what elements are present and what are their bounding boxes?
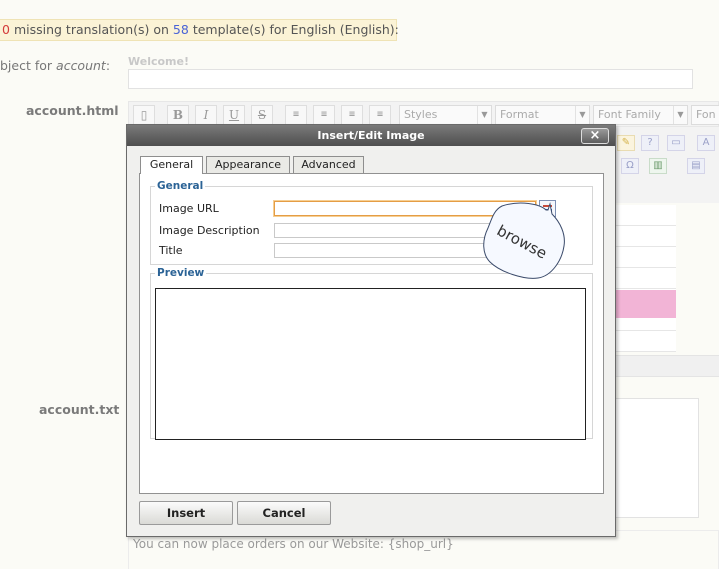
html-source-icon[interactable]: ▭ xyxy=(667,135,685,151)
browse-callout: browse xyxy=(480,200,576,282)
align-left-icon[interactable]: ≡ xyxy=(285,105,307,125)
template-count: 58 xyxy=(172,22,189,37)
new-document-icon[interactable]: ▯ xyxy=(133,105,155,125)
font-size-select-label: Fon xyxy=(696,108,716,121)
content-row xyxy=(614,247,676,268)
editor-content-rows xyxy=(614,205,676,355)
html-template-label: account.html xyxy=(26,103,119,118)
missing-text: missing translation(s) on xyxy=(13,22,169,37)
highlighted-content-block xyxy=(614,290,676,318)
txt-template-label: account.txt xyxy=(39,402,120,417)
underline-button[interactable]: U xyxy=(223,105,245,125)
templates-text: template(s) for English (English): xyxy=(192,22,399,37)
insert-button[interactable]: Insert xyxy=(139,501,233,525)
bold-button[interactable]: B xyxy=(167,105,189,125)
subject-label-colon: : xyxy=(105,58,111,73)
missing-count: 0 xyxy=(2,22,10,37)
font-size-select[interactable]: Fon xyxy=(691,105,719,125)
missing-translations-notice: 0 missing translation(s) on 58 template(… xyxy=(0,19,399,41)
preview-legend: Preview xyxy=(157,267,205,279)
subject-input[interactable] xyxy=(128,69,693,89)
subject-label-template: account xyxy=(56,58,106,73)
special-character-icon[interactable]: Ω xyxy=(621,158,639,174)
subject-original-text: Welcome! xyxy=(128,55,189,68)
layer-icon[interactable]: ▤ xyxy=(687,158,705,174)
image-preview-area xyxy=(155,288,586,440)
dialog-title[interactable]: Insert/Edit Image xyxy=(127,125,615,146)
font-family-select-label: Font Family xyxy=(598,108,661,121)
content-row xyxy=(614,226,676,247)
image-url-label: Image URL xyxy=(159,202,219,215)
image-description-label: Image Description xyxy=(159,224,260,237)
content-row xyxy=(614,268,676,289)
insert-edit-image-dialog: Insert/Edit Image × General Appearance A… xyxy=(126,124,616,537)
chevron-down-icon: ▼ xyxy=(477,106,491,124)
tab-appearance[interactable]: Appearance xyxy=(206,156,290,173)
close-icon[interactable]: × xyxy=(581,128,609,144)
general-legend: General xyxy=(157,180,204,192)
content-row xyxy=(614,205,676,226)
cleanup-icon[interactable]: ✎ xyxy=(617,135,635,151)
subject-label-prefix: bject for xyxy=(0,58,53,73)
tab-general[interactable]: General xyxy=(140,156,203,174)
cancel-button[interactable]: Cancel xyxy=(237,501,331,525)
chevron-down-icon: ▼ xyxy=(673,106,687,124)
strikethrough-button[interactable]: S xyxy=(251,105,273,125)
align-center-icon[interactable]: ≡ xyxy=(313,105,335,125)
styles-select-label: Styles xyxy=(404,108,438,121)
editor-status-bar xyxy=(614,355,719,377)
txt-textarea[interactable] xyxy=(614,398,699,518)
editor-toolbar-row-2: ✎ ? ▭ A Ω ▥ ▤ xyxy=(614,127,719,203)
content-row xyxy=(614,331,676,352)
align-right-icon[interactable]: ≡ xyxy=(341,105,363,125)
font-family-select[interactable]: Font Family ▼ xyxy=(593,105,688,125)
align-justify-icon[interactable]: ≡ xyxy=(369,105,391,125)
subject-label: bject for account: xyxy=(0,58,110,73)
styles-select[interactable]: Styles ▼ xyxy=(399,105,492,125)
chevron-down-icon: ▼ xyxy=(575,106,589,124)
format-select[interactable]: Format ▼ xyxy=(495,105,590,125)
italic-button[interactable]: I xyxy=(195,105,217,125)
help-icon[interactable]: ? xyxy=(641,135,659,151)
title-label: Title xyxy=(159,244,183,257)
text-color-icon[interactable]: A xyxy=(697,135,715,151)
format-select-label: Format xyxy=(500,108,539,121)
txt-content-line: You can now place orders on our Website:… xyxy=(133,537,454,551)
media-icon[interactable]: ▥ xyxy=(649,158,667,174)
preview-fieldset: Preview xyxy=(150,267,593,440)
tab-advanced[interactable]: Advanced xyxy=(293,156,364,173)
